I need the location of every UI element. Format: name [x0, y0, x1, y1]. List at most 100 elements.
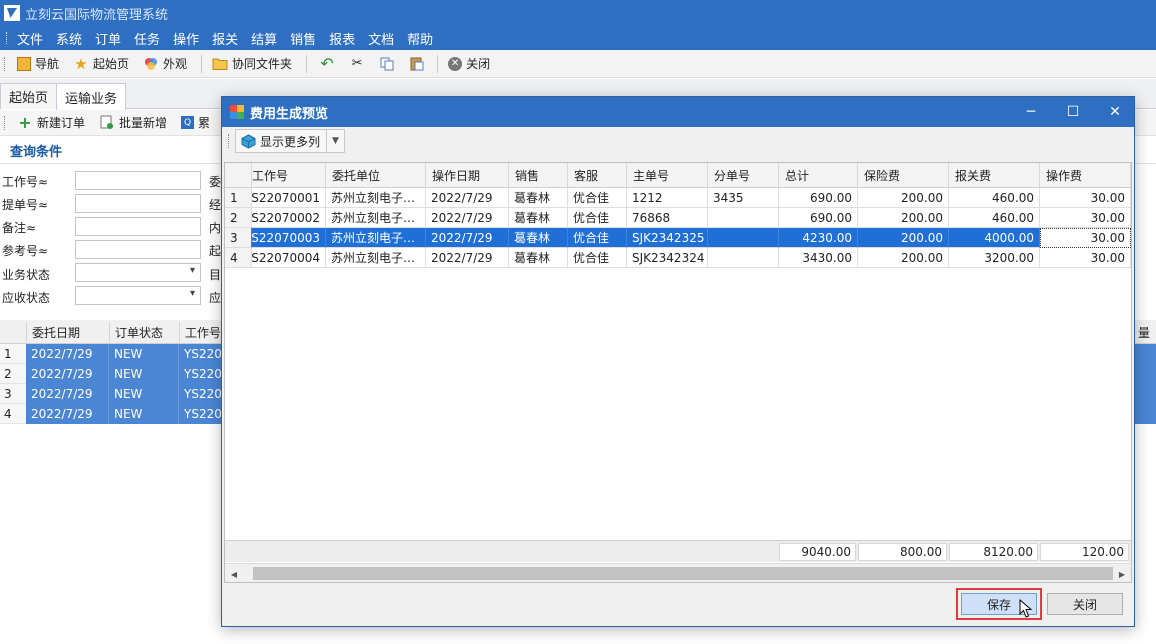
menu-operation[interactable]: 操作: [173, 29, 199, 48]
column-header-order-date[interactable]: 委托日期: [26, 322, 109, 342]
maximize-icon[interactable]: ☐: [1052, 97, 1094, 127]
table-row-selected[interactable]: 3 YS22070003 苏州立刻电子… 2022/7/29 葛春林 优合佳 S…: [225, 228, 1131, 248]
table-row[interactable]: 1 YS22070001 苏州立刻电子… 2022/7/29 葛春林 优合佳 1…: [225, 188, 1131, 208]
copy-icon[interactable]: [377, 55, 397, 73]
menu-document[interactable]: 文档: [368, 29, 394, 48]
remark-label: 备注≈: [2, 221, 37, 235]
scroll-left-icon[interactable]: ◀: [227, 567, 241, 581]
job-number-cell: YS22070003: [252, 228, 326, 248]
house-bill-cell: 3435: [708, 188, 779, 208]
column-header-house-bill[interactable]: 分单号: [708, 163, 779, 188]
sales-cell: 葛春林: [509, 228, 568, 248]
palette-icon: [143, 56, 159, 72]
menu-report[interactable]: 报表: [329, 29, 355, 48]
toolbar-separator: [437, 54, 439, 73]
column-header-customs-fee[interactable]: 报关费: [949, 163, 1040, 188]
paste-icon[interactable]: [407, 55, 427, 73]
new-order-button[interactable]: + 新建订单: [17, 113, 85, 132]
search-box-icon: Q: [181, 116, 195, 129]
house-bill-cell: [708, 228, 779, 248]
menu-file[interactable]: 文件: [17, 29, 43, 48]
menu-task[interactable]: 任务: [134, 29, 160, 48]
operation-date-cell: 2022/7/29: [426, 248, 509, 268]
close-toolbar-button[interactable]: ✕ 关闭: [448, 55, 490, 72]
batch-add-button[interactable]: 批量新增: [99, 114, 167, 131]
column-header-order-status[interactable]: 订单状态: [109, 322, 179, 342]
menu-bar: 文件 系统 订单 任务 操作 报关 结算 销售 报表 文档 帮助: [0, 26, 1156, 50]
dialog-titlebar[interactable]: 费用生成预览 ─ ☐ ✕: [222, 97, 1134, 127]
app-titlebar: 立刻云国际物流管理系统: [0, 0, 1156, 26]
column-header-client[interactable]: 委托单位: [326, 163, 426, 188]
scroll-right-icon[interactable]: ▶: [1115, 567, 1129, 581]
column-header-job-number[interactable]: 工作号: [252, 163, 326, 188]
menu-order[interactable]: 订单: [95, 29, 121, 48]
operation-fee-cell-focused[interactable]: 30.00: [1040, 228, 1131, 248]
fee-preview-grid: 工作号 委托单位 操作日期 销售 客服 主单号 分单号 总计 保险费 报关费 操…: [224, 162, 1132, 583]
home-label: 起始页: [93, 57, 130, 71]
client-cell: 苏州立刻电子…: [326, 248, 426, 268]
menu-settlement[interactable]: 结算: [251, 29, 277, 48]
star-icon: ★: [74, 54, 88, 73]
minimize-icon[interactable]: ─: [1010, 97, 1052, 127]
app-logo-icon: [4, 5, 20, 21]
business-status-select[interactable]: [75, 263, 201, 282]
home-button[interactable]: ★ 起始页: [73, 54, 130, 73]
field-label-right-6: 应: [209, 291, 222, 305]
menu-customs[interactable]: 报关: [212, 29, 238, 48]
partial-hidden-label: 累: [198, 116, 211, 130]
partial-hidden-button[interactable]: Q 累: [181, 114, 210, 131]
nav-icon: [17, 56, 31, 71]
column-header-customer-service[interactable]: 客服: [568, 163, 627, 188]
table-row[interactable]: 2 YS22070002 苏州立刻电子… 2022/7/29 葛春林 优合佳 7…: [225, 208, 1131, 228]
dialog-app-icon: [230, 105, 244, 119]
menu-sales[interactable]: 销售: [290, 29, 316, 48]
column-header-sales[interactable]: 销售: [509, 163, 568, 188]
master-bill-cell: SJK2342324: [627, 248, 708, 268]
tab-home[interactable]: 起始页: [0, 83, 58, 109]
appearance-button[interactable]: 外观: [143, 55, 187, 72]
close-icon[interactable]: ✕: [1094, 97, 1136, 127]
column-header-operation-fee[interactable]: 操作费: [1040, 163, 1131, 188]
shared-folder-button[interactable]: 协同文件夹: [212, 55, 292, 72]
cut-icon[interactable]: ✂: [347, 55, 367, 73]
field-label-right-3: 内: [209, 221, 222, 235]
menu-help[interactable]: 帮助: [407, 29, 433, 48]
order-date-cell: 2022/7/29: [26, 404, 109, 424]
chevron-down-icon[interactable]: ▼: [327, 129, 346, 153]
shared-folder-label: 协同文件夹: [232, 57, 293, 71]
undo-icon[interactable]: ↶: [317, 54, 337, 73]
column-header-master-bill[interactable]: 主单号: [627, 163, 708, 188]
plus-icon: +: [18, 113, 32, 132]
mouse-cursor-icon: [1019, 599, 1033, 618]
scroll-thumb[interactable]: [253, 567, 1113, 580]
order-status-cell: NEW: [109, 404, 179, 424]
row-number: 1: [225, 188, 252, 208]
operation-fee-sum: 120.00: [1040, 543, 1129, 561]
menu-system[interactable]: 系统: [56, 29, 82, 48]
table-row[interactable]: 4 YS22070004 苏州立刻电子… 2022/7/29 葛春林 优合佳 S…: [225, 248, 1131, 268]
nav-button[interactable]: 导航: [17, 55, 59, 72]
column-header-total[interactable]: 总计: [779, 163, 858, 188]
column-header-quantity[interactable]: 量: [1136, 322, 1156, 342]
toolbar-grip-icon: [4, 56, 7, 71]
master-bill-cell: SJK2342325: [627, 228, 708, 248]
appearance-label: 外观: [163, 57, 188, 71]
row-number: 4: [225, 248, 252, 268]
order-status-cell: NEW: [109, 364, 179, 384]
close-toolbar-label: 关闭: [466, 57, 491, 71]
column-header-operation-date[interactable]: 操作日期: [426, 163, 509, 188]
tab-transport[interactable]: 运输业务: [56, 83, 127, 110]
operation-fee-cell: 30.00: [1040, 248, 1131, 268]
receivable-status-select[interactable]: [75, 286, 201, 305]
horizontal-scrollbar[interactable]: ◀ ▶: [225, 563, 1131, 582]
house-bill-cell: [708, 248, 779, 268]
total-sum: 9040.00: [779, 543, 856, 561]
close-button[interactable]: 关闭: [1047, 593, 1123, 615]
client-cell: 苏州立刻电子…: [326, 208, 426, 228]
reference-number-input[interactable]: [75, 240, 201, 259]
remark-input[interactable]: [75, 217, 201, 236]
show-more-columns-button[interactable]: 显示更多列: [235, 129, 328, 153]
bill-number-input[interactable]: [75, 194, 201, 213]
job-number-input[interactable]: [75, 171, 201, 190]
column-header-insurance[interactable]: 保险费: [858, 163, 949, 188]
